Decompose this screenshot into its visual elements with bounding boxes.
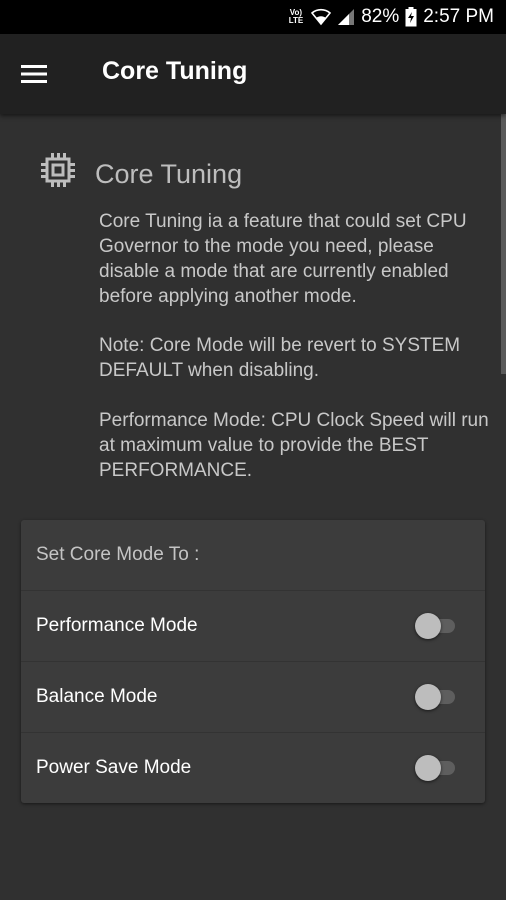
core-mode-card: Set Core Mode To : Performance Mode Bala… [21, 520, 485, 803]
battery-charging-icon [405, 7, 417, 27]
mode-row-performance[interactable]: Performance Mode [21, 591, 485, 662]
switch-thumb [415, 613, 441, 639]
switch-thumb [415, 684, 441, 710]
battery-percent: 82% [361, 6, 400, 27]
mode-row-balance[interactable]: Balance Mode [21, 662, 485, 733]
card-header: Set Core Mode To : [36, 544, 200, 565]
mode-row-power-save[interactable]: Power Save Mode [21, 733, 485, 803]
note-paragraph: Note: Core Mode will be revert to SYSTEM… [99, 335, 461, 381]
lte-label: LTE [288, 16, 304, 25]
app-title: Core Tuning [102, 57, 248, 85]
cpu-chip-icon [41, 153, 75, 187]
volte-indicator: Vo) LTE [289, 9, 304, 25]
clock: 2:57 PM [423, 6, 494, 27]
section-header [40, 152, 76, 188]
content-area[interactable]: Core Tuning Core Tuning ia a feature tha… [0, 114, 506, 900]
mode-label: Power Save Mode [36, 757, 192, 778]
app-bar: Core Tuning [0, 34, 506, 114]
performance-mode-paragraph: Performance Mode: CPU Clock Speed will r… [99, 410, 489, 481]
mode-label: Performance Mode [36, 615, 198, 636]
hamburger-menu-icon[interactable] [14, 54, 54, 94]
scrollbar[interactable] [501, 114, 506, 374]
status-bar: Vo) LTE 82% 2:57 PM [0, 0, 506, 34]
signal-icon [337, 8, 355, 26]
power-save-mode-toggle[interactable] [415, 755, 455, 781]
section-title: Core Tuning [95, 159, 243, 189]
performance-mode-toggle[interactable] [415, 613, 455, 639]
balance-mode-toggle[interactable] [415, 684, 455, 710]
switch-thumb [415, 755, 441, 781]
wifi-icon [311, 8, 332, 26]
description-paragraph: Core Tuning ia a feature that could set … [99, 211, 467, 307]
mode-label: Balance Mode [36, 686, 158, 707]
card-header-row: Set Core Mode To : [21, 520, 485, 591]
